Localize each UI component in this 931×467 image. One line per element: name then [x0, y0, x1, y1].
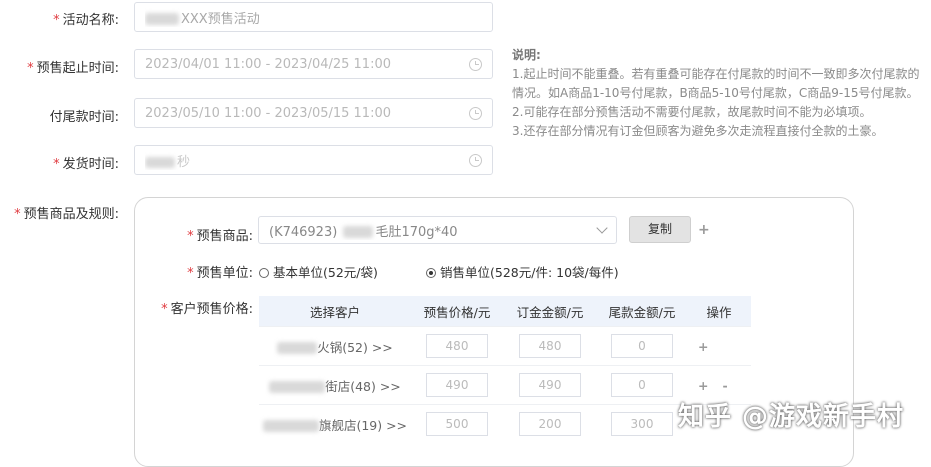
required-mark: *	[187, 266, 194, 281]
deposit-input[interactable]: 200	[519, 412, 581, 436]
notes-line: 2.可能存在部分预售活动不需要付尾款，故尾款时间不能为必填项。	[512, 105, 872, 119]
add-row-icon[interactable]: +	[698, 378, 708, 393]
customer-cell[interactable]: 旗舰店(19) >>	[259, 404, 411, 443]
required-mark: *	[187, 229, 194, 244]
notes-line: 情况。如A商品1-10号付尾款，B商品5-10号付尾款，C商品9-15号付尾款。	[512, 86, 919, 100]
redacted-text	[269, 381, 326, 393]
product-label-text: 预售商品:	[196, 229, 253, 244]
customer-name: 火锅(52) >>	[317, 339, 393, 355]
presale-price-input[interactable]: 490	[426, 373, 488, 397]
remove-row-icon[interactable]: -	[722, 378, 727, 393]
delivery-time-value: 秒	[177, 154, 191, 170]
required-mark: *	[14, 207, 21, 222]
radio-selected-icon	[426, 268, 436, 278]
required-mark: *	[27, 61, 34, 76]
redacted-text	[145, 156, 175, 168]
column-header: 选择客户	[259, 296, 411, 327]
presale-time-label: * 预售起止时间:	[27, 57, 119, 76]
customer-cell[interactable]: 街店(48) >>	[259, 365, 411, 405]
final-payment-time-input[interactable]: 2023/05/10 11:00 - 2023/05/15 11:00	[134, 98, 493, 128]
presale-time-label-text: 预售起止时间:	[36, 61, 119, 76]
product-select[interactable]: (K746923) 毛肚170g*40	[258, 216, 617, 244]
customer-price-label-text: 客户预售价格:	[170, 302, 253, 317]
clock-icon	[469, 57, 482, 71]
column-header: 尾款金额/元	[597, 296, 687, 327]
customer-name: 街店(48) >>	[325, 378, 401, 394]
final-payment-time-label-text: 付尾款时间:	[49, 110, 119, 125]
watermark: 知乎 @游戏新手村	[678, 402, 905, 432]
notes-block: 说明: 1.起止时间不能重叠。若有重叠可能存在付尾款的时间不一致即多次付尾款的 …	[512, 46, 928, 141]
product-name: 毛肚170g*40	[375, 224, 458, 240]
unit-radio-basic[interactable]: 基本单位(52元/袋)	[259, 262, 378, 281]
product-label: * 预售商品:	[187, 225, 253, 244]
redacted-text	[343, 226, 374, 238]
activity-name-label: * 活动名称:	[53, 9, 119, 28]
final-payment-time-value: 2023/05/10 11:00 - 2023/05/15 11:00	[145, 105, 392, 121]
redacted-text	[277, 342, 318, 354]
presale-time-value: 2023/04/01 11:00 - 2023/04/25 11:00	[145, 56, 392, 72]
activity-name-label-text: 活动名称:	[62, 13, 119, 28]
redacted-text	[145, 13, 179, 25]
add-product-icon[interactable]: +	[698, 222, 710, 238]
unit-option-label: 销售单位(528元/件: 10袋/每件)	[440, 265, 619, 280]
final-payment-input[interactable]: 0	[611, 334, 673, 358]
activity-name-input[interactable]: XXX预售活动	[134, 2, 493, 32]
unit-option-label: 基本单位(52元/袋)	[273, 265, 378, 280]
notes-title: 说明:	[512, 48, 541, 62]
table-header-row: 选择客户 预售价格/元 订金金额/元 尾款金额/元 操作	[259, 296, 751, 327]
goods-rules-label-text: 预售商品及规则:	[23, 207, 119, 222]
customer-cell[interactable]: 火锅(52) >>	[259, 326, 411, 366]
goods-rules-label: * 预售商品及规则:	[14, 203, 119, 222]
product-code: (K746923)	[269, 224, 338, 240]
unit-label: * 预售单位:	[187, 262, 253, 281]
table-row: 火锅(52) >> 480 480 0 +	[259, 326, 751, 366]
activity-name-value: XXX预售活动	[181, 11, 260, 27]
required-mark: *	[53, 157, 60, 172]
presale-price-input[interactable]: 500	[426, 412, 488, 436]
delivery-time-label-text: 发货时间:	[62, 157, 119, 172]
delivery-time-input[interactable]: 秒	[134, 145, 493, 175]
add-row-icon[interactable]: +	[698, 339, 708, 354]
column-header: 订金金额/元	[503, 296, 597, 327]
final-payment-input[interactable]: 0	[611, 373, 673, 397]
presale-time-input[interactable]: 2023/04/01 11:00 - 2023/04/25 11:00	[134, 49, 493, 79]
customer-price-label: * 客户预售价格:	[161, 298, 253, 317]
final-payment-input[interactable]: 300	[611, 412, 673, 436]
copy-button[interactable]: 复制	[629, 216, 691, 243]
chevron-down-icon	[596, 222, 608, 234]
radio-icon	[259, 268, 269, 278]
notes-line: 3.还存在部分情况有订金但顾客为避免多次走流程直接付全款的土豪。	[512, 124, 884, 138]
unit-radio-sales[interactable]: 销售单位(528元/件: 10袋/每件)	[426, 262, 619, 281]
required-mark: *	[161, 302, 168, 317]
customer-name: 旗舰店(19) >>	[318, 417, 408, 433]
deposit-input[interactable]: 490	[519, 373, 581, 397]
redacted-text	[262, 420, 319, 432]
column-header: 预售价格/元	[411, 296, 503, 327]
required-mark: *	[53, 13, 60, 28]
unit-label-text: 预售单位:	[196, 266, 253, 281]
clock-icon	[469, 153, 482, 167]
presale-price-input[interactable]: 480	[426, 334, 488, 358]
notes-line: 1.起止时间不能重叠。若有重叠可能存在付尾款的时间不一致即多次付尾款的	[512, 67, 920, 81]
deposit-input[interactable]: 480	[519, 334, 581, 358]
column-header: 操作	[687, 296, 751, 327]
delivery-time-label: * 发货时间:	[53, 153, 119, 172]
final-payment-time-label: 付尾款时间:	[50, 106, 119, 125]
clock-icon	[469, 106, 482, 120]
